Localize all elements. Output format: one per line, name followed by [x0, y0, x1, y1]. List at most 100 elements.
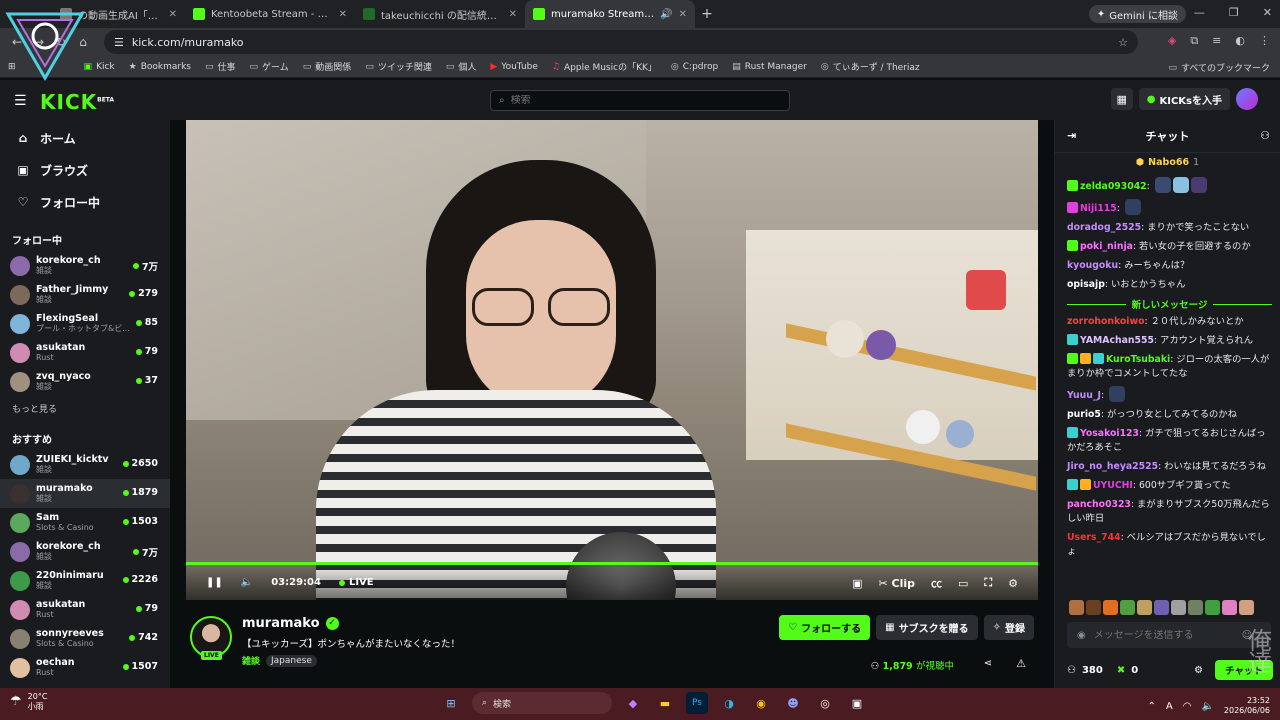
sidebar-channel[interactable]: FlexingSeal プール・ホットタブ&ビ... 85: [0, 309, 170, 338]
puzzle-icon[interactable]: ⧉: [1190, 34, 1198, 48]
pinned-gifter[interactable]: ⬢ Nabo66 1: [1055, 152, 1280, 172]
ime-icon[interactable]: A: [1166, 701, 1173, 712]
emote-icon[interactable]: [1086, 600, 1101, 615]
sidebar-channel[interactable]: korekore_ch 雑談 7万: [0, 537, 170, 566]
chat-username[interactable]: Niji115: [1080, 203, 1117, 214]
chat-username[interactable]: doradog_2525: [1067, 222, 1141, 233]
miniplayer-icon[interactable]: ▭: [958, 577, 968, 590]
browser-tab-active[interactable]: muramako Stream - Watch 🔊 ✕: [525, 0, 695, 28]
bookmark-item[interactable]: ▤ Rust Manager: [732, 62, 807, 72]
sidebar-channel[interactable]: asukatan Rust 79: [0, 595, 170, 624]
chat-username[interactable]: KuroTsubaki: [1106, 354, 1170, 365]
bookmark-item[interactable]: ★ Bookmarks: [129, 62, 191, 72]
settings-gear-icon[interactable]: ⚙: [1008, 577, 1018, 590]
bookmark-item[interactable]: ▶ YouTube: [490, 62, 538, 72]
browser-tab[interactable]: Kentoobeta Stream - Watch Li ✕: [185, 0, 355, 28]
copilot-icon[interactable]: ◆: [622, 692, 644, 714]
volume-tray-icon[interactable]: 🔈: [1201, 701, 1213, 712]
sidebar-channel[interactable]: oechan Rust 1507: [0, 653, 170, 682]
bookmark-item[interactable]: ♫ Apple Musicの「KK」: [552, 60, 657, 74]
sidebar-channel[interactable]: 220ninimaru 雑談 2226: [0, 566, 170, 595]
collapse-chat-icon[interactable]: ⇥: [1067, 129, 1076, 142]
chat-username[interactable]: Users_744: [1067, 532, 1121, 543]
sidebar-channel[interactable]: asukatan Rust 79: [0, 338, 170, 367]
bookmark-star-icon[interactable]: ☆: [1118, 36, 1128, 49]
language-tag[interactable]: Japanese: [266, 654, 317, 667]
photoshop-icon[interactable]: Ps: [686, 692, 708, 714]
emote-icon[interactable]: [1137, 600, 1152, 615]
discord-icon[interactable]: ☻: [782, 692, 804, 714]
chat-username[interactable]: Jiro_no_heya2525: [1067, 461, 1158, 472]
nav-following[interactable]: ♡ フォロー中: [0, 186, 170, 218]
bookmark-item[interactable]: ◎ C:pdrop: [671, 62, 718, 72]
chat-username[interactable]: zelda093042: [1080, 181, 1147, 192]
close-tab-icon[interactable]: ✕: [509, 9, 517, 20]
edge-icon[interactable]: ◑: [718, 692, 740, 714]
maximize-icon[interactable]: ❐: [1229, 6, 1239, 19]
close-window-icon[interactable]: ✕: [1263, 6, 1272, 19]
bookmark-folder[interactable]: ▭ ゲーム: [250, 60, 289, 74]
sidebar-channel[interactable]: Father_Jimmy 雑談 279: [0, 280, 170, 309]
emote-icon[interactable]: [1120, 600, 1135, 615]
sidebar-channel[interactable]: zvq_nyaco 雑談 37: [0, 367, 170, 396]
nav-browse[interactable]: ▣ ブラウズ: [0, 154, 170, 186]
emote-icon[interactable]: [1069, 600, 1084, 615]
media-icon[interactable]: ≡: [1212, 34, 1221, 48]
weather-widget[interactable]: ☂ 20°C 小雨: [10, 692, 47, 712]
sidebar-channel[interactable]: sonnyreeves Slots & Casino 742: [0, 624, 170, 653]
taskbar-search[interactable]: ⌕ 検索: [472, 692, 612, 714]
search-input[interactable]: [510, 95, 771, 106]
chat-username[interactable]: zorrohonkoiwo: [1067, 316, 1144, 327]
emote-icon[interactable]: [1103, 600, 1118, 615]
start-icon[interactable]: ⊞: [440, 692, 462, 714]
steam-icon[interactable]: ◎: [814, 692, 836, 714]
site-info-icon[interactable]: ☰: [114, 36, 124, 49]
subscribe-button[interactable]: ✧ 登録: [983, 615, 1034, 640]
bookmark-folder[interactable]: ▭ 仕事: [205, 60, 236, 74]
video-player[interactable]: [186, 120, 1038, 600]
share-icon[interactable]: ⋖: [984, 658, 992, 669]
bookmark-item[interactable]: ◎ てぃあーず / Theriaz: [821, 60, 920, 74]
bookmark-folder[interactable]: ▭ 個人: [446, 60, 477, 74]
emote-icon[interactable]: [1154, 600, 1169, 615]
chat-username[interactable]: purio5: [1067, 409, 1101, 420]
category-link[interactable]: 雑談: [242, 654, 260, 667]
chat-users-icon[interactable]: ⚇: [1260, 129, 1270, 142]
new-messages-divider[interactable]: 新しいメッセージ: [1067, 297, 1272, 311]
pause-icon[interactable]: ❚❚: [206, 577, 223, 588]
new-tab-button[interactable]: +: [695, 6, 719, 22]
extension-icon[interactable]: ◈: [1168, 34, 1176, 48]
get-kicks-button[interactable]: ● KICKsを入手: [1138, 88, 1230, 110]
chat-username[interactable]: Yuuu_J: [1067, 390, 1101, 401]
emote-icon[interactable]: [1171, 600, 1186, 615]
fullscreen-icon[interactable]: ⛶: [984, 576, 992, 590]
close-tab-icon[interactable]: ✕: [679, 9, 687, 20]
store-icon[interactable]: ▣: [846, 692, 868, 714]
user-avatar[interactable]: [1236, 88, 1258, 110]
speaker-icon[interactable]: 🔊: [660, 9, 672, 20]
sidebar-channel[interactable]: korekore_ch 雑談 7万: [0, 251, 170, 280]
browser-tab[interactable]: takeuchicchi の配信統計 | KickTr ✕: [355, 0, 525, 28]
gemini-button[interactable]: ✦ Gemini に相談: [1088, 5, 1186, 23]
close-tab-icon[interactable]: ✕: [339, 9, 347, 20]
sidebar-channel[interactable]: muramako 雑談 1879: [0, 479, 170, 508]
emote-icon[interactable]: [1188, 600, 1203, 615]
chat-username[interactable]: YAMAchan555: [1080, 335, 1154, 346]
file-explorer-icon[interactable]: ▬: [654, 692, 676, 714]
captions-icon[interactable]: ㏄: [931, 575, 942, 591]
chrome-icon[interactable]: ◉: [750, 692, 772, 714]
chat-username[interactable]: pancho0323: [1067, 499, 1131, 510]
kick-logo[interactable]: KICKBETA: [40, 90, 114, 114]
chat-username[interactable]: Yosakoi123: [1080, 428, 1139, 439]
chat-username[interactable]: opisajp: [1067, 279, 1105, 290]
sidebar-channel[interactable]: ZUIEKI_kicktv 雑談 2650: [0, 450, 170, 479]
all-bookmarks[interactable]: ▭ すべてのブックマーク: [1168, 61, 1270, 75]
emote-icon[interactable]: [1239, 600, 1254, 615]
report-icon[interactable]: ⚠: [1016, 657, 1026, 670]
theater-icon[interactable]: ▣: [852, 577, 862, 590]
nav-home[interactable]: ⌂ ホーム: [0, 122, 170, 154]
close-tab-icon[interactable]: ✕: [169, 9, 177, 20]
chat-mode-icon[interactable]: ◉: [1077, 630, 1086, 641]
profile-icon[interactable]: ◐: [1235, 34, 1245, 48]
follow-button[interactable]: ♡ フォローする: [779, 615, 871, 640]
